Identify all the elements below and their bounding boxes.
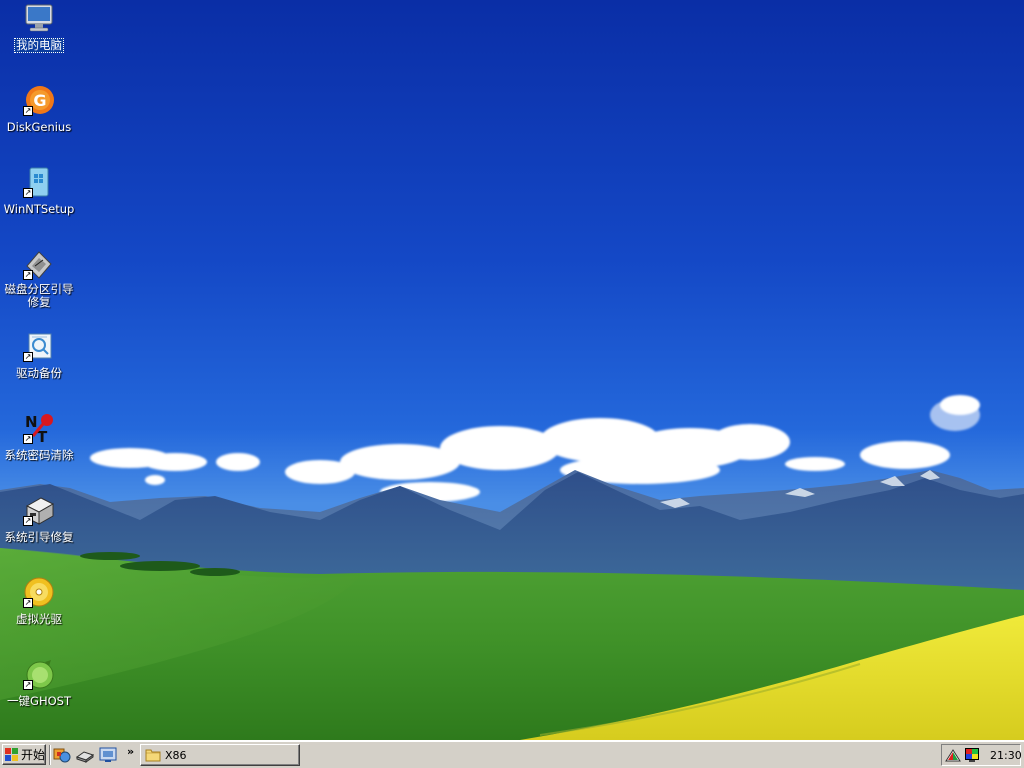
password-clear-icon: N T ↗ bbox=[23, 412, 55, 444]
network-icon[interactable] bbox=[945, 747, 961, 763]
task-button-x86[interactable]: X86 bbox=[140, 744, 300, 766]
shortcut-arrow-icon: ↗ bbox=[23, 352, 33, 362]
display-settings-icon[interactable] bbox=[99, 746, 117, 764]
folder-icon bbox=[145, 749, 161, 762]
desktop-icon-ghost[interactable]: ↗ 一键GHOST bbox=[0, 658, 78, 709]
desktop-icon-label: 系统密码清除 bbox=[4, 448, 74, 462]
desktop-icon-label: 虚拟光驱 bbox=[16, 612, 62, 626]
shortcut-arrow-icon: ↗ bbox=[23, 434, 33, 444]
quicklaunch-chevron[interactable]: » bbox=[127, 745, 134, 758]
desktop-icon-driver-backup[interactable]: ↗ 驱动备份 bbox=[0, 330, 78, 381]
desktop-icon-label: 磁盘分区引导修复 bbox=[4, 282, 74, 309]
desktop-icon-boot-repair[interactable]: ↗ 系统引导修复 bbox=[0, 494, 78, 545]
desktop-icon-virtual-drive[interactable]: ↗ 虚拟光驱 bbox=[0, 576, 78, 627]
diskgenius-icon: G ↗ bbox=[23, 84, 55, 116]
desktop-icon-disk-repair[interactable]: ↗ 磁盘分区引导修复 bbox=[0, 248, 78, 310]
disk-repair-icon: ↗ bbox=[23, 248, 55, 280]
shortcut-arrow-icon: ↗ bbox=[23, 106, 33, 116]
system-tray: 21:30 bbox=[941, 744, 1022, 766]
desktop[interactable]: 我的电脑 G ↗ DiskGenius ↗ WinNTSetup ↗ 磁盘分区引… bbox=[0, 0, 1024, 740]
ghost-icon: ↗ bbox=[23, 658, 55, 690]
boot-repair-icon: ↗ bbox=[23, 494, 55, 526]
winntsetup-icon: ↗ bbox=[23, 166, 55, 198]
driver-backup-icon: ↗ bbox=[23, 330, 55, 362]
windows-logo-icon bbox=[5, 747, 18, 761]
desktop-icon-label: 驱动备份 bbox=[16, 366, 62, 380]
shortcut-arrow-icon: ↗ bbox=[23, 188, 33, 198]
start-label: 开始 bbox=[21, 748, 46, 762]
taskbar-separator bbox=[49, 745, 51, 765]
virtual-drive-icon: ↗ bbox=[23, 576, 55, 608]
color-display-icon[interactable] bbox=[964, 747, 980, 763]
start-button[interactable]: 开始 bbox=[2, 744, 46, 765]
svg-text:G: G bbox=[33, 91, 46, 110]
shortcut-arrow-icon: ↗ bbox=[23, 270, 33, 280]
desktop-icon-my-computer[interactable]: 我的电脑 bbox=[0, 2, 78, 53]
drive-icon[interactable] bbox=[76, 746, 94, 764]
taskbar: 开始 » X86 21:30 bbox=[0, 740, 1024, 768]
task-label: X86 bbox=[165, 748, 187, 762]
desktop-icon-label: 系统引导修复 bbox=[4, 530, 74, 544]
shortcut-arrow-icon: ↗ bbox=[23, 516, 33, 526]
desktop-icon-diskgenius[interactable]: G ↗ DiskGenius bbox=[0, 84, 78, 135]
shortcut-arrow-icon: ↗ bbox=[23, 680, 33, 690]
desktop-icon-label: 一键GHOST bbox=[7, 694, 71, 708]
computer-icon bbox=[23, 2, 55, 34]
control-panel-icon[interactable] bbox=[53, 746, 71, 764]
desktop-icon-label: DiskGenius bbox=[6, 120, 72, 134]
desktop-icon-winntsetup[interactable]: ↗ WinNTSetup bbox=[0, 166, 78, 217]
wallpaper bbox=[0, 0, 1024, 740]
shortcut-arrow-icon: ↗ bbox=[23, 598, 33, 608]
desktop-icon-label: 我的电脑 bbox=[14, 38, 64, 53]
desktop-icon-password-clear[interactable]: N T ↗ 系统密码清除 bbox=[0, 412, 78, 463]
desktop-icon-label: WinNTSetup bbox=[3, 202, 75, 216]
svg-text:N: N bbox=[25, 413, 38, 431]
clock[interactable]: 21:30 bbox=[990, 749, 1022, 762]
